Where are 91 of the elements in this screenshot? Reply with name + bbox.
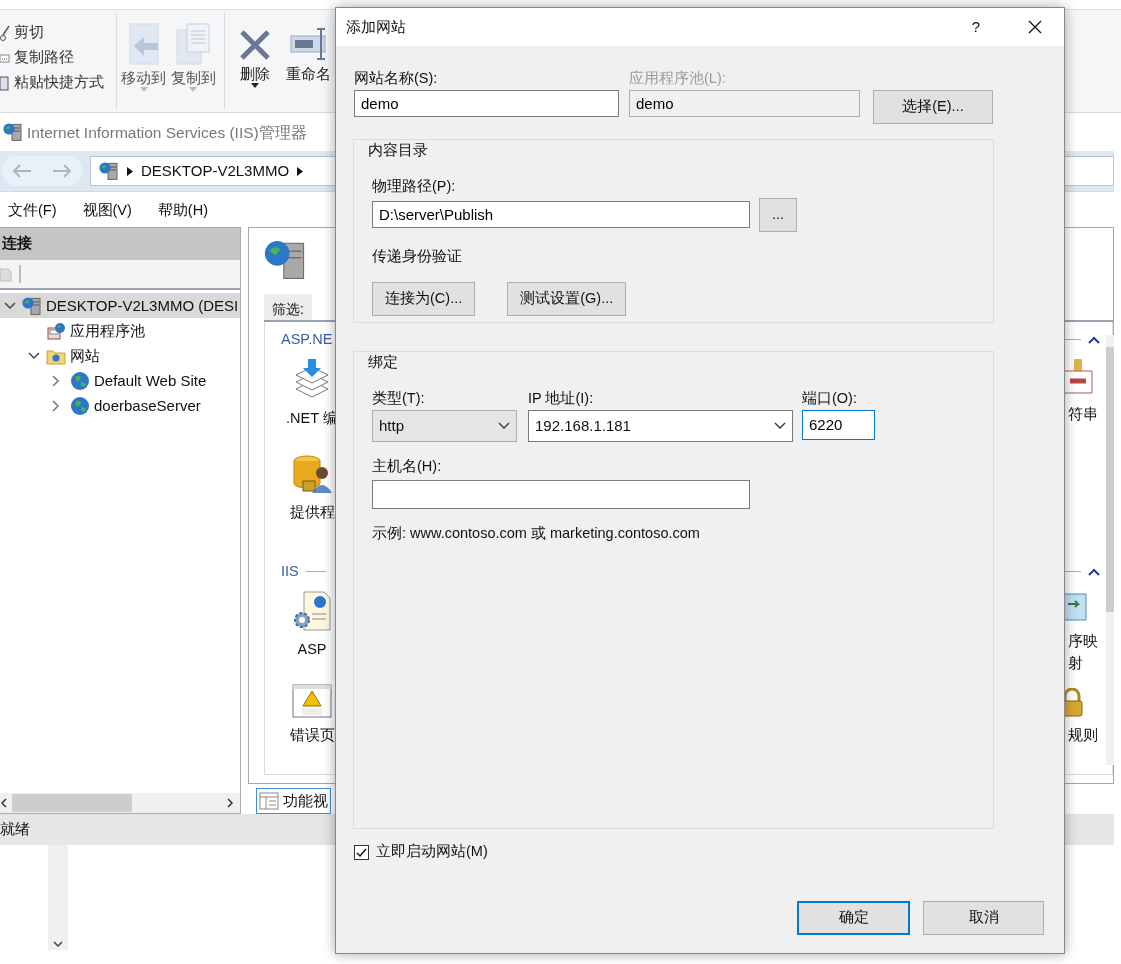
collapse-up-icon[interactable] bbox=[1088, 567, 1100, 576]
document-gear-icon bbox=[292, 590, 332, 633]
scissors-icon bbox=[0, 24, 10, 41]
caret-down-icon bbox=[251, 82, 259, 88]
filter-label: 筛选: bbox=[264, 294, 312, 320]
field-label: 应用程序池(L): bbox=[629, 69, 727, 88]
browse-button[interactable]: ... bbox=[759, 197, 797, 232]
vertical-scrollbar[interactable] bbox=[48, 845, 68, 950]
dialog-button[interactable]: 连接为(C)... bbox=[372, 281, 476, 316]
checkbox[interactable] bbox=[354, 844, 369, 860]
chevron-down-icon bbox=[774, 422, 786, 430]
warning-page-icon bbox=[292, 684, 332, 719]
forward-arrow-icon bbox=[52, 164, 72, 179]
group-title: IIS bbox=[281, 561, 299, 581]
globe-server-icon bbox=[3, 122, 23, 143]
field-label: 网站名称(S): bbox=[354, 69, 439, 88]
triangle-right-icon bbox=[127, 166, 133, 176]
delete-icon bbox=[238, 28, 272, 62]
chevron-down-icon[interactable] bbox=[4, 302, 16, 310]
view-tab[interactable]: 功能视 bbox=[256, 788, 331, 815]
text-field[interactable]: demo bbox=[354, 90, 619, 117]
field-label: 主机名(H): bbox=[372, 456, 443, 476]
chevron-down-icon bbox=[53, 940, 63, 947]
menu-item[interactable]: 帮助(H) bbox=[157, 200, 208, 223]
dialog-button[interactable]: 测试设置(G)... bbox=[507, 281, 627, 316]
globe-icon bbox=[70, 396, 90, 416]
chevron-down-icon bbox=[498, 422, 510, 430]
pane-header: 连接 bbox=[0, 228, 240, 260]
triangle-right-icon bbox=[297, 166, 304, 176]
tree-item[interactable]: 网站 bbox=[70, 344, 100, 368]
back-arrow-icon bbox=[12, 164, 32, 179]
host-field[interactable] bbox=[372, 479, 750, 509]
globe-icon bbox=[70, 371, 90, 391]
port-field[interactable]: 6220 bbox=[802, 409, 875, 440]
database-user-icon bbox=[291, 452, 333, 495]
feature-label[interactable]: 提供程 bbox=[289, 501, 335, 524]
ribbon-item[interactable]: 复制路径 bbox=[14, 46, 74, 69]
dialog-title: 添加网站 bbox=[346, 16, 406, 37]
feature-label[interactable]: 符串 bbox=[1068, 403, 1100, 425]
dialog-button[interactable]: 取消 bbox=[923, 901, 1044, 935]
tree-item[interactable]: 应用程序池 bbox=[70, 319, 145, 343]
ribbon-button[interactable]: 重命名 bbox=[285, 16, 331, 112]
menu-item[interactable]: 视图(V) bbox=[82, 200, 132, 223]
dropdown-field[interactable]: 192.168.1.181 bbox=[528, 409, 793, 442]
field-label: IP 地址(I): bbox=[528, 388, 595, 408]
example-text: 示例: www.contoso.com 或 marketing.contoso.com bbox=[372, 523, 701, 543]
select-button[interactable]: 选择(E)... bbox=[873, 90, 993, 124]
tree-item[interactable]: Default Web Site bbox=[94, 369, 207, 393]
feature-grid-icon bbox=[259, 792, 279, 811]
field-label: 类型(T): bbox=[372, 388, 426, 408]
globe-server-icon bbox=[22, 296, 42, 316]
caret-down-icon bbox=[189, 86, 197, 92]
ribbon-item[interactable]: 粘贴快捷方式 bbox=[14, 71, 104, 94]
caret-down-icon bbox=[139, 86, 148, 92]
feature-label[interactable]: 序映射 bbox=[1068, 631, 1100, 674]
help-button[interactable]: ? bbox=[971, 15, 980, 39]
checkbox-label[interactable]: 立即启动网站(M) bbox=[376, 841, 488, 863]
feature-label[interactable]: 规则 bbox=[1068, 725, 1100, 747]
breadcrumb-item[interactable]: DESKTOP-V2L3MMO bbox=[141, 159, 290, 183]
collapse-up-icon[interactable] bbox=[1088, 335, 1100, 344]
group-title: ASP.NE bbox=[281, 330, 333, 349]
path-field[interactable]: D:\server\Publish bbox=[372, 201, 750, 229]
feature-label[interactable]: ASP bbox=[297, 639, 327, 662]
toolbar-page-icon bbox=[0, 266, 12, 282]
tree-item[interactable]: doerbaseServer bbox=[94, 394, 201, 418]
dialog-button[interactable]: 确定 bbox=[797, 901, 910, 935]
dropdown-field[interactable]: http bbox=[372, 409, 517, 442]
field-label: 物理路径(P): bbox=[372, 176, 457, 196]
app-pool-icon bbox=[46, 321, 66, 341]
chevron-down-icon[interactable] bbox=[28, 352, 40, 360]
auth-label: 传递身份验证 bbox=[372, 246, 463, 266]
feature-label[interactable]: 错误页 bbox=[289, 725, 335, 748]
field-label: 端口(O): bbox=[802, 388, 858, 408]
ribbon-button[interactable]: 删除 bbox=[232, 16, 278, 112]
chevron-right-icon bbox=[226, 798, 234, 809]
window-title: Internet Information Services (IIS)管理器 bbox=[27, 122, 307, 143]
close-button[interactable] bbox=[1028, 20, 1042, 34]
close-icon bbox=[1028, 20, 1042, 34]
globe-server-icon bbox=[99, 161, 119, 182]
chevron-left-icon bbox=[0, 798, 8, 809]
horizontal-scrollbar[interactable] bbox=[0, 793, 240, 814]
rename-icon bbox=[289, 26, 327, 62]
copy-to-icon bbox=[175, 22, 211, 66]
status-text: 就绪 bbox=[0, 820, 30, 838]
ribbon-item[interactable]: 剪切 bbox=[14, 21, 44, 44]
vertical-scrollbar[interactable] bbox=[1106, 335, 1114, 765]
clipboard-icon bbox=[0, 74, 10, 91]
chevron-right-icon[interactable] bbox=[52, 375, 60, 387]
menu-item[interactable]: 文件(F) bbox=[8, 200, 57, 223]
toolbar-separator-icon bbox=[19, 265, 21, 283]
chevron-right-icon[interactable] bbox=[52, 400, 60, 412]
